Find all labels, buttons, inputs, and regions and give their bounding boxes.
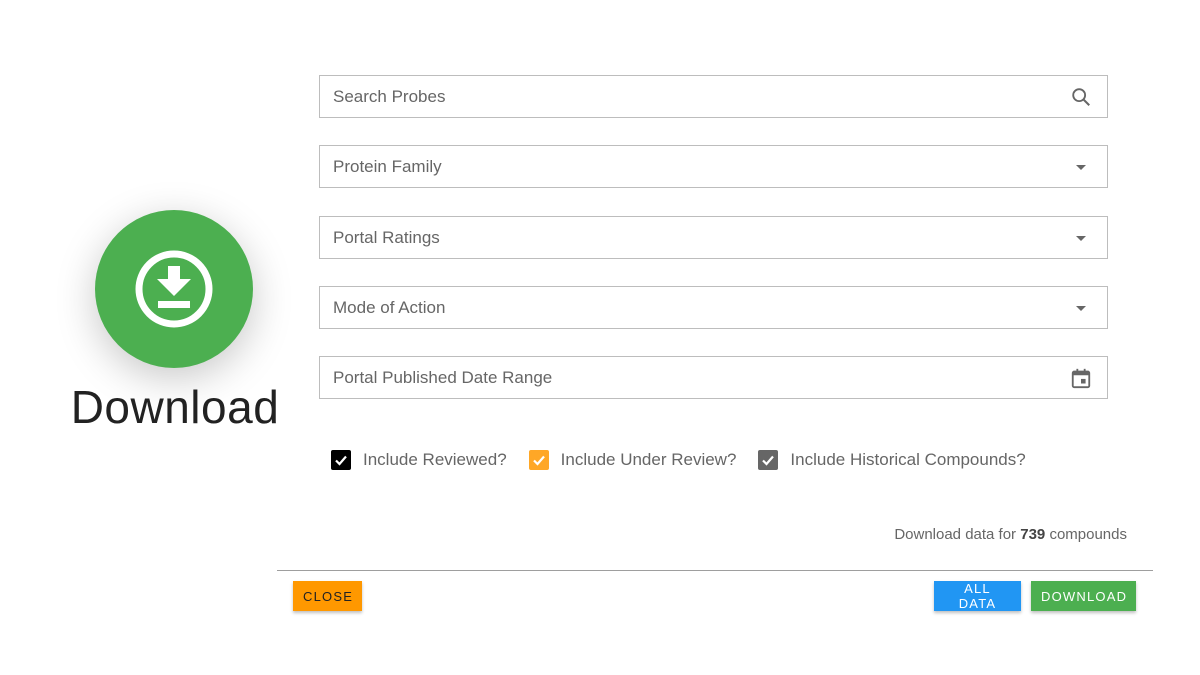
download-hero: Download xyxy=(40,170,310,450)
checkbox-checked-icon[interactable] xyxy=(528,450,549,470)
hero-label: Download xyxy=(70,381,280,433)
calendar-icon[interactable] xyxy=(1069,366,1093,390)
download-count-summary: Download data for 739 compounds xyxy=(894,526,1127,543)
dropdown-arrow-icon[interactable] xyxy=(1069,155,1093,179)
protein-family-placeholder: Protein Family xyxy=(333,156,442,176)
mode-of-action-placeholder: Mode of Action xyxy=(333,297,446,317)
download-circle-icon xyxy=(135,250,213,328)
include-under-review-checkbox[interactable]: Include Under Review? xyxy=(528,450,737,470)
search-probes-placeholder: Search Probes xyxy=(333,86,446,106)
date-range-placeholder: Portal Published Date Range xyxy=(333,367,553,387)
checkbox-checked-icon[interactable] xyxy=(331,450,351,470)
close-button[interactable]: CLOSE xyxy=(293,581,362,611)
download-button[interactable]: DOWNLOAD xyxy=(1031,581,1136,611)
dropdown-arrow-icon[interactable] xyxy=(1069,296,1093,320)
include-historical-label: Include Historical Compounds? xyxy=(790,450,1026,469)
include-under-review-label: Include Under Review? xyxy=(560,450,737,469)
compound-count: 739 xyxy=(1020,526,1046,543)
all-data-button[interactable]: ALL DATA xyxy=(934,581,1021,611)
mode-of-action-select[interactable]: Mode of Action xyxy=(319,286,1108,329)
download-circle xyxy=(95,210,253,368)
protein-family-select[interactable]: Protein Family xyxy=(319,145,1108,188)
search-icon[interactable] xyxy=(1069,85,1093,109)
portal-ratings-select[interactable]: Portal Ratings xyxy=(319,216,1108,259)
summary-suffix: compounds xyxy=(1049,526,1127,543)
include-historical-checkbox[interactable]: Include Historical Compounds? xyxy=(758,450,1026,470)
checkbox-checked-icon[interactable] xyxy=(758,450,779,470)
include-reviewed-checkbox[interactable]: Include Reviewed? xyxy=(331,450,507,470)
date-range-input[interactable]: Portal Published Date Range xyxy=(319,356,1108,399)
search-probes-input[interactable]: Search Probes xyxy=(319,75,1108,118)
include-reviewed-label: Include Reviewed? xyxy=(363,450,507,469)
summary-prefix: Download data for xyxy=(894,526,1017,543)
dropdown-arrow-icon[interactable] xyxy=(1069,226,1093,250)
footer-divider xyxy=(277,570,1153,571)
include-options: Include Reviewed? Include Under Review? … xyxy=(331,450,1048,470)
portal-ratings-placeholder: Portal Ratings xyxy=(333,227,440,247)
